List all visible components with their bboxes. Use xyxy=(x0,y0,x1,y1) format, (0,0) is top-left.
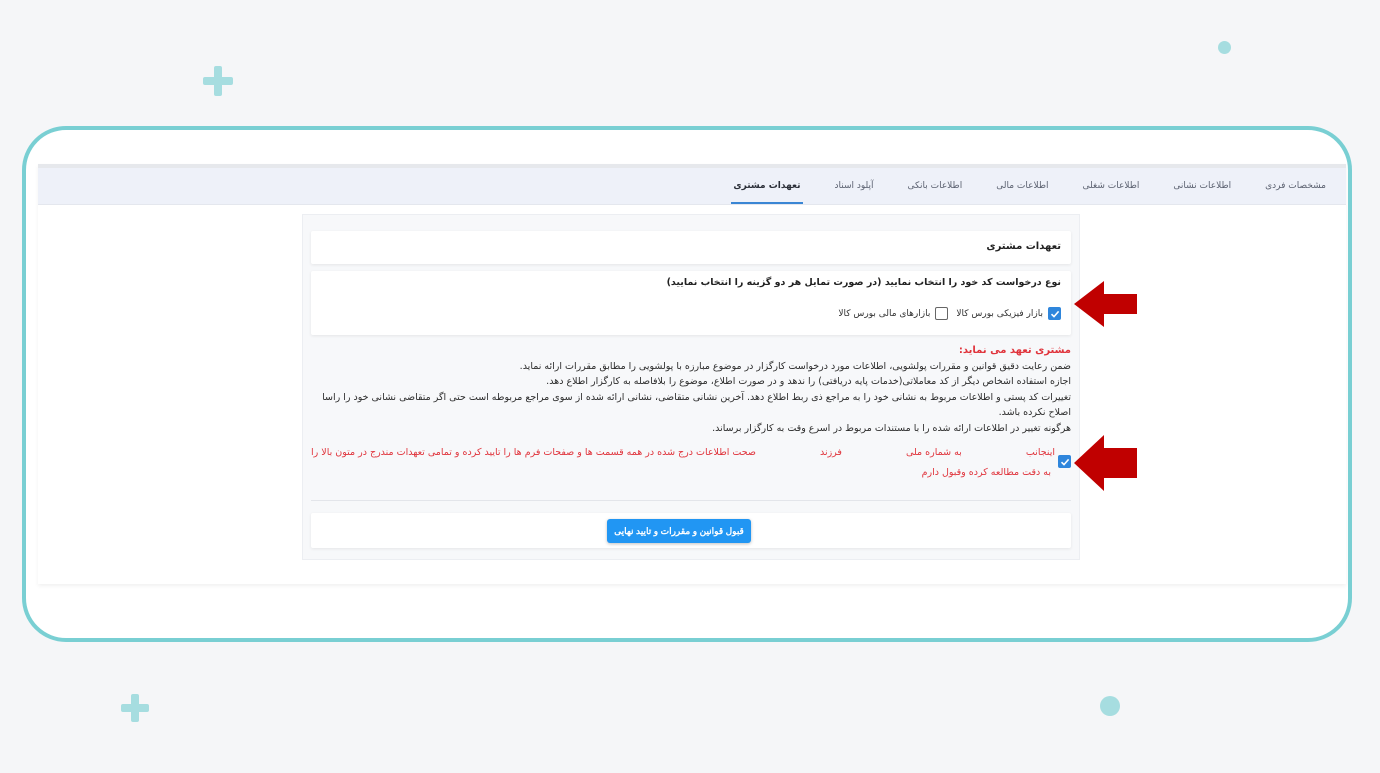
commitments-text: مشتری تعهد می نماید: ضمن رعایت دقیق قوان… xyxy=(311,343,1071,436)
commitments-heading: مشتری تعهد می نماید: xyxy=(958,345,1071,356)
agreement-text: به دقت مطالعه کرده وقبول دارم xyxy=(921,467,1051,478)
agreement-text: اینجانب xyxy=(1025,447,1055,458)
agreement-text: به شماره ملی xyxy=(905,447,962,458)
tab-personal-info[interactable]: مشخصات فردی xyxy=(1265,168,1326,204)
section-title-card: تعهدات مشتری xyxy=(311,231,1071,264)
agreement-text: فرزند xyxy=(819,447,842,458)
tab-upload-documents[interactable]: آپلود اسناد xyxy=(835,168,874,204)
plus-decoration-icon xyxy=(203,66,233,96)
arrow-left-icon xyxy=(1074,435,1137,491)
request-type-card: نوع درخواست کد خود را انتخاب نمایید (در … xyxy=(311,271,1071,335)
divider xyxy=(311,500,1071,501)
commitment-line: ضمن رعایت دقیق قوانین و مقررات پولشویی، … xyxy=(519,360,1071,372)
tab-bank-info[interactable]: اطلاعات بانکی xyxy=(908,168,963,204)
screenshot-frame: مشخصات فردی اطلاعات نشانی اطلاعات شغلی ا… xyxy=(22,126,1352,642)
financial-market-checkbox[interactable] xyxy=(935,307,949,320)
tab-bar: مشخصات فردی اطلاعات نشانی اطلاعات شغلی ا… xyxy=(38,164,1346,205)
check-icon xyxy=(1060,458,1069,466)
commitment-line: هرگونه تغییر در اطلاعات ارائه شده را با … xyxy=(712,422,1071,434)
agreement-checkbox[interactable] xyxy=(1058,455,1071,468)
arrow-left-icon xyxy=(1074,281,1137,327)
app-window: مشخصات فردی اطلاعات نشانی اطلاعات شغلی ا… xyxy=(38,164,1346,584)
plus-decoration-icon xyxy=(121,694,149,722)
submit-card: قبول قوانین و مقررات و تایید نهایی xyxy=(311,513,1071,548)
commitment-line: اجازه استفاده اشخاص دیگر از کد معاملاتی(… xyxy=(546,376,1071,387)
agreement-text: صحت اطلاعات درج شده در همه قسمت ها و صفح… xyxy=(311,447,756,458)
physical-market-checkbox[interactable] xyxy=(1048,307,1061,320)
check-icon xyxy=(1050,310,1059,318)
tab-customer-commitments[interactable]: تعهدات مشتری xyxy=(731,168,803,204)
section-title: تعهدات مشتری xyxy=(986,241,1061,252)
physical-market-label: بازار فیزیکی بورس کالا xyxy=(956,308,1043,319)
request-type-question: نوع درخواست کد خود را انتخاب نمایید (در … xyxy=(666,277,1061,288)
financial-market-label: بازارهای مالی بورس کالا xyxy=(838,308,931,319)
dot-decoration xyxy=(1100,696,1120,716)
commitments-panel: تعهدات مشتری نوع درخواست کد خود را انتخا… xyxy=(302,214,1080,560)
accept-and-confirm-button[interactable]: قبول قوانین و مقررات و تایید نهایی xyxy=(607,519,751,543)
commitment-line: تغییرات کد پستی و اطلاعات مربوط به نشانی… xyxy=(322,391,1071,419)
dot-decoration xyxy=(1218,41,1231,54)
tab-financial-info[interactable]: اطلاعات مالی xyxy=(996,168,1048,204)
tab-job-info[interactable]: اطلاعات شغلی xyxy=(1083,168,1140,204)
tab-address-info[interactable]: اطلاعات نشانی xyxy=(1173,168,1231,204)
